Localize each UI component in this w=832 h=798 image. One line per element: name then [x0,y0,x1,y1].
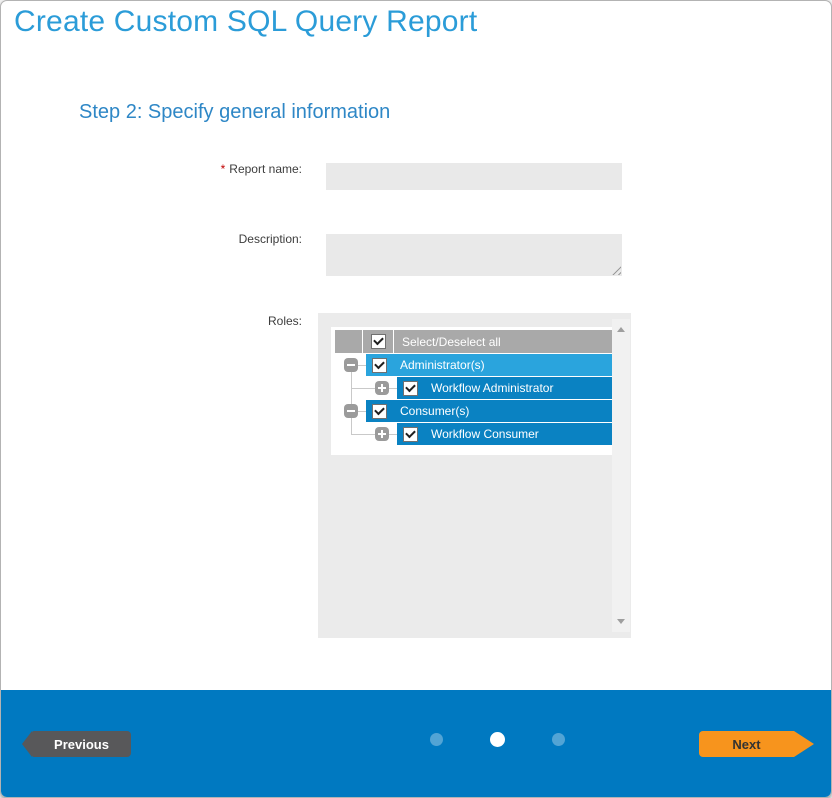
roles-label-text: Roles: [268,314,302,328]
role-row-label: Consumer(s) [400,404,469,418]
arrow-left-icon [22,731,32,757]
collapse-icon[interactable] [344,404,358,418]
previous-button-label: Previous [32,731,131,757]
role-row-administrators[interactable]: Administrator(s) [366,354,612,376]
step-dot-2[interactable] [490,732,505,747]
role-checkbox[interactable] [403,381,418,396]
tree-connector-line [389,434,397,435]
tree-connector-line [351,434,375,435]
collapse-icon[interactable] [344,358,358,372]
roles-scrollbar[interactable] [612,319,630,632]
report-name-label: *Report name: [1,162,302,176]
role-checkbox[interactable] [372,358,387,373]
tree-connector-line [358,365,366,366]
report-name-input[interactable] [326,163,622,190]
tree-connector-line [358,411,366,412]
step-indicator [430,732,565,747]
page-title: Create Custom SQL Query Report [14,5,477,39]
tree-connector-line [351,418,352,434]
role-checkbox[interactable] [372,404,387,419]
required-marker: * [221,162,226,176]
expand-icon[interactable] [375,427,389,441]
step-dot-1[interactable] [430,733,443,746]
role-row-label: Workflow Consumer [431,427,539,441]
wizard-dialog: Create Custom SQL Query Report Step 2: S… [0,0,832,798]
header-expander-cell [335,330,362,353]
roles-panel: Select/Deselect all Administrator(s) Wor… [318,313,631,638]
scroll-up-icon[interactable] [617,327,625,332]
select-all-label: Select/Deselect all [394,335,612,349]
select-all-row[interactable]: Select/Deselect all [335,330,612,353]
arrow-right-icon [794,731,814,757]
step-dot-3[interactable] [552,733,565,746]
role-checkbox[interactable] [403,427,418,442]
role-row-workflow-consumer[interactable]: Workflow Consumer [397,423,612,445]
role-row-consumers[interactable]: Consumer(s) [366,400,612,422]
wizard-footer: Previous Next [1,690,831,797]
tree-connector-line [389,388,397,389]
previous-button[interactable]: Previous [22,731,131,757]
role-row-label: Administrator(s) [400,358,485,372]
next-button-label: Next [699,731,794,757]
role-row-label: Workflow Administrator [431,381,553,395]
roles-label: Roles: [1,314,302,328]
next-button[interactable]: Next [699,731,814,757]
role-row-workflow-administrator[interactable]: Workflow Administrator [397,377,612,399]
description-label-text: Description: [239,232,302,246]
select-all-checkbox[interactable] [371,334,386,349]
description-field-wrap [326,234,622,276]
expand-icon[interactable] [375,381,389,395]
scroll-down-icon[interactable] [617,619,625,624]
step-heading: Step 2: Specify general information [79,101,390,124]
report-name-label-text: Report name: [229,162,302,176]
header-checkbox-cell [363,330,393,353]
tree-connector-line [351,388,375,389]
description-textarea[interactable] [326,234,622,276]
description-label: Description: [1,232,302,246]
